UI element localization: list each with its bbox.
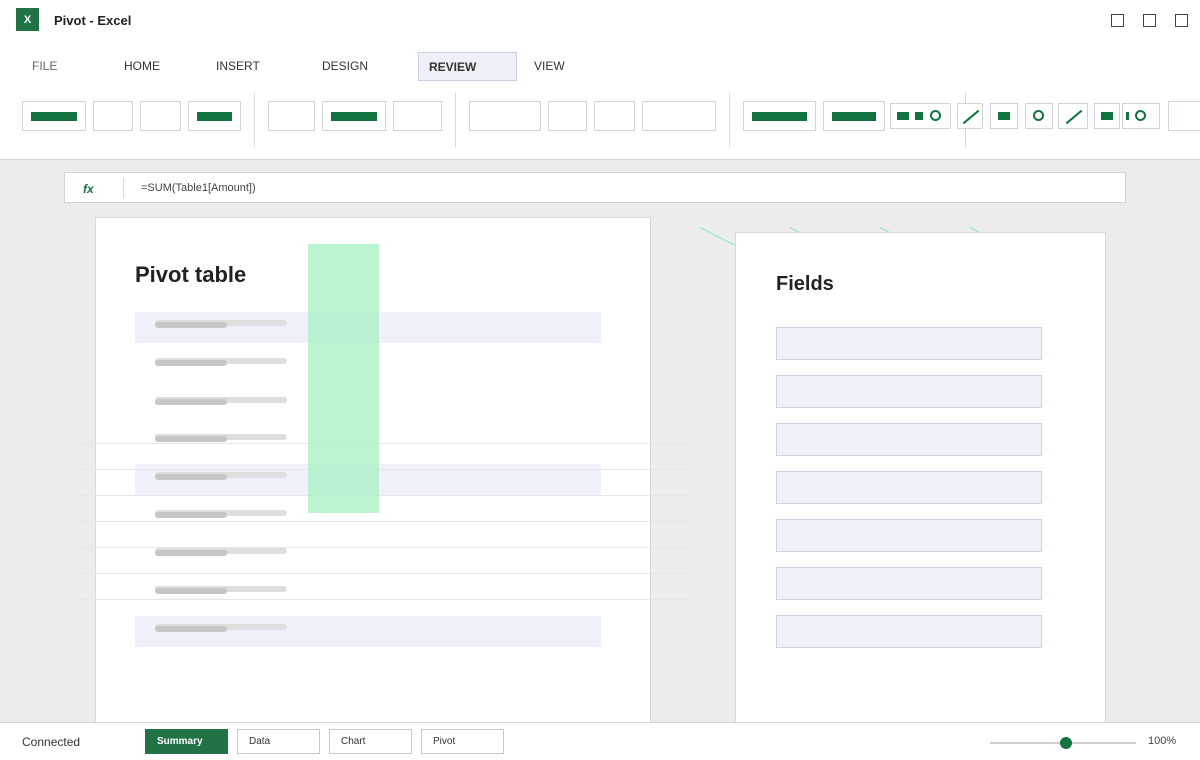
cell-selection-overlay[interactable] [308,244,379,513]
title-bar: X Pivot - Excel [0,0,1200,42]
tab-insert[interactable]: INSERT [216,52,260,81]
grid-line [80,521,690,522]
shape-rectangle-button[interactable] [1094,103,1120,129]
zoom-slider-thumb[interactable] [1060,737,1072,749]
tab-home[interactable]: HOME [124,52,160,81]
formula-input[interactable]: =SUM(Table1[Amount]) [141,182,256,194]
line-icon [1065,109,1083,125]
maximize-button[interactable] [1143,14,1156,27]
ribbon-button[interactable] [642,101,716,131]
fields-panel-title: Fields [776,273,834,295]
circle-icon [930,110,941,121]
ribbon-group-divider [254,93,255,147]
shape-oval-button[interactable] [1025,103,1053,129]
pivot-row-placeholder [155,474,227,480]
shape-line-button[interactable] [957,103,983,129]
rectangle-icon [915,112,923,120]
grid-line [80,599,690,600]
pivot-row-placeholder [155,512,227,518]
ribbon-button[interactable] [140,101,181,131]
button-label-placeholder [31,112,77,121]
formula-bar-divider [123,178,124,198]
ribbon-button[interactable] [268,101,315,131]
ribbon-button[interactable] [823,101,885,131]
shape-oval-button[interactable] [1122,103,1160,129]
ribbon-button[interactable] [1168,101,1200,131]
grid-line [80,443,690,444]
connection-status: Connected [22,735,81,749]
sheet-tab-pivot[interactable]: Pivot [421,729,504,754]
ribbon-button[interactable] [93,101,133,131]
pivot-row-placeholder [155,399,227,405]
status-bar: Connected Summary Data Chart Pivot 100% [0,722,1200,760]
tab-view[interactable]: VIEW [534,52,565,81]
sheet-tab-chart[interactable]: Chart [329,729,412,754]
sheet-tab-data[interactable]: Data [237,729,320,754]
field-item[interactable] [776,615,1042,648]
circle-icon [1135,110,1146,121]
rectangle-icon [1126,112,1129,120]
formula-bar: fx =SUM(Table1[Amount]) [64,172,1126,203]
grid-line [80,469,690,470]
button-label-placeholder [331,112,377,121]
field-item[interactable] [776,471,1042,504]
shape-line-button[interactable] [1058,103,1088,129]
ribbon-button[interactable] [469,101,541,131]
rectangle-icon [897,112,909,120]
pivot-row-placeholder [155,626,227,632]
pivot-row-placeholder [155,322,227,328]
rectangle-icon [998,112,1010,120]
pivot-row-placeholder [155,588,227,594]
shape-oval-button[interactable] [911,103,951,129]
close-button[interactable] [1175,14,1188,27]
rectangle-icon [1101,112,1113,120]
minimize-button[interactable] [1111,14,1124,27]
ribbon-group-divider [729,93,730,147]
field-item[interactable] [776,375,1042,408]
tab-file[interactable]: FILE [32,52,57,81]
ribbon-button[interactable] [548,101,587,131]
field-item[interactable] [776,327,1042,360]
ribbon: FILE HOME INSERT DESIGN REVIEW VIEW [0,42,1200,160]
button-label-placeholder [197,112,232,121]
button-label-placeholder [832,112,876,121]
field-item[interactable] [776,423,1042,456]
circle-icon [1033,110,1044,121]
zoom-level[interactable]: 100% [1148,735,1176,747]
ribbon-button[interactable] [393,101,442,131]
pivot-row-placeholder [155,360,227,366]
grid-line [80,573,690,574]
window-title: Pivot - Excel [54,13,132,28]
ribbon-button[interactable] [594,101,635,131]
button-label-placeholder [752,112,807,121]
line-icon [962,109,980,125]
ribbon-button[interactable] [322,101,386,131]
fields-panel: Fields [735,232,1106,737]
ribbon-button[interactable] [188,101,241,131]
sheet-tab-summary[interactable]: Summary [145,729,228,754]
tab-design[interactable]: DESIGN [322,52,368,81]
ribbon-group-divider [455,93,456,147]
grid-line [80,495,690,496]
fx-icon[interactable]: fx [83,182,94,196]
pivot-row-placeholder [155,550,227,556]
tab-review[interactable]: REVIEW [418,52,517,81]
ribbon-button[interactable] [743,101,816,131]
field-item[interactable] [776,519,1042,552]
pivot-row-placeholder [155,436,227,442]
ribbon-button[interactable] [22,101,86,131]
excel-logo-icon: X [16,8,39,31]
field-item[interactable] [776,567,1042,600]
shape-rectangle-button[interactable] [990,103,1018,129]
grid-line [80,547,690,548]
pivot-table-title: Pivot table [135,262,247,287]
